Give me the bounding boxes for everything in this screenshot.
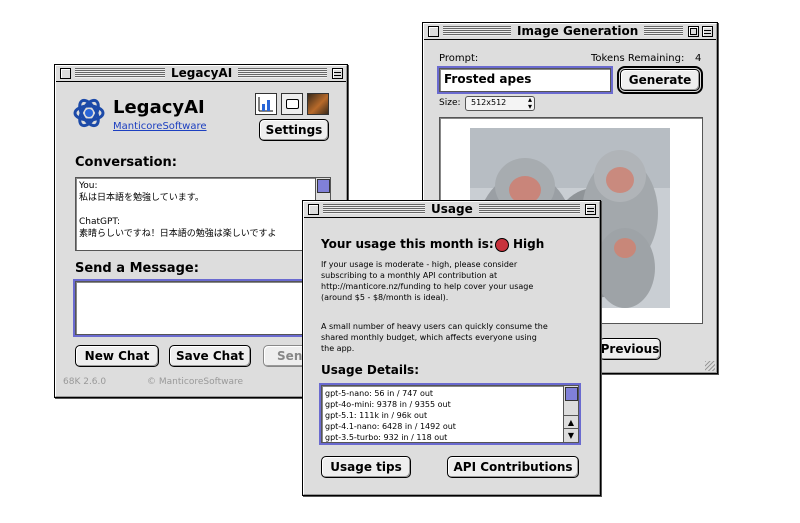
list-item: gpt-5.1: 111k in / 96k out [325,411,428,420]
version-label: 68K 2.6.0 [63,377,107,387]
paragraph-line: shared monthly budget, which affects eve… [321,333,537,342]
usage-details-list[interactable]: gpt-5-nano: 56 in / 747 out gpt-4o-mini:… [319,383,581,445]
usage-window: Usage Your usage this month is: High If … [302,200,601,496]
tokens-remaining-value: 4 [695,53,702,64]
generate-button[interactable]: Generate [617,66,703,94]
prompt-input-value: Frosted apes [444,72,532,86]
new-chat-button[interactable]: New Chat [75,345,159,367]
window-title: Image Generation [511,23,645,39]
copyright-label: © ManticoreSoftware [147,377,244,387]
scroll-thumb[interactable] [565,387,578,401]
usage-details-text: gpt-5-nano: 56 in / 747 out gpt-4o-mini:… [325,388,456,442]
updown-arrows-icon: ▴ ▾ [527,95,532,111]
save-chat-button[interactable]: Save Chat [169,345,251,367]
size-select-value: 512x512 [471,98,507,107]
close-box[interactable] [60,68,71,79]
usage-level-indicator-icon [495,238,509,252]
close-box[interactable] [308,204,319,215]
window-title: LegacyAI [165,65,239,81]
usage-headline: Your usage this month is: [321,237,494,251]
scroll-up-arrow-icon[interactable]: ▲ [564,415,578,429]
list-item: gpt-3.5-turbo: 932 in / 118 out [325,433,448,442]
scroll-down-arrow-icon[interactable]: ▼ [564,428,578,442]
conversation-view[interactable]: You: 私は日本語を勉強しています。 ChatGPT: 素晴らしいですね！日本… [75,177,331,251]
conversation-line: 私は日本語を勉強しています。 [79,193,204,203]
conversation-text: You: 私は日本語を勉強しています。 ChatGPT: 素晴らしいですね！日本… [79,180,315,240]
paragraph-line: A small number of heavy users can quickl… [321,322,548,331]
prompt-label: Prompt: [439,53,479,64]
prompt-input[interactable]: Frosted apes [437,66,613,94]
list-item: gpt-4o-mini: 9378 in / 9355 out [325,400,451,409]
paragraph-line: If your usage is moderate - high, please… [321,260,518,269]
paragraph-line: subscribing to a monthly API contributio… [321,271,498,280]
list-item: gpt-4.1-nano: 6428 in / 1492 out [325,422,456,431]
settings-button[interactable]: Settings [259,119,329,141]
previous-button[interactable]: Previous [599,338,661,360]
window-title: Usage [425,201,479,217]
company-link[interactable]: ManticoreSoftware [113,121,207,132]
size-select[interactable]: 512x512 ▴ ▾ [465,96,535,111]
scroll-thumb[interactable] [317,179,330,193]
send-message-label: Send a Message: [75,261,199,276]
paragraph-line: the app. [321,344,355,353]
usage-details-label: Usage Details: [321,363,419,377]
speech-bubble-glyph [286,99,299,109]
usage-details-scrollbar[interactable]: ▲ ▼ [563,386,578,442]
title-bar[interactable]: Usage [303,201,600,218]
collapse-box[interactable] [332,68,343,79]
title-bar[interactable]: LegacyAI [55,65,347,82]
conversation-line: You: [79,181,98,191]
zoom-box[interactable] [688,26,699,37]
image-icon[interactable] [307,93,329,115]
chart-icon[interactable] [255,93,277,115]
app-name: LegacyAI [113,97,205,118]
api-contributions-button[interactable]: API Contributions [447,456,579,478]
tokens-remaining-label: Tokens Remaining: [591,53,685,64]
paragraph-line: (around $5 - $8/month is ideal). [321,293,449,302]
title-bar[interactable]: Image Generation [423,23,717,40]
close-box[interactable] [428,26,439,37]
message-input[interactable] [73,279,333,337]
conversation-line: 素晴らしいですね！日本語の勉強は楽しいですよ [79,229,277,239]
chat-icon[interactable] [281,93,303,115]
size-label: Size: [439,98,461,108]
paragraph-line: http://manticore.nz/funding to help cove… [321,282,534,291]
conversation-line: ChatGPT: [79,217,120,227]
usage-info-paragraph: If your usage is moderate - high, please… [321,259,533,303]
bar-chart-glyph [258,97,273,112]
usage-tips-button[interactable]: Usage tips [321,456,411,478]
collapse-box[interactable] [702,26,713,37]
resize-grip-icon[interactable] [705,361,715,371]
usage-warning-paragraph: A small number of heavy users can quickl… [321,321,548,354]
collapse-box[interactable] [585,204,596,215]
list-item: gpt-5-nano: 56 in / 747 out [325,389,434,398]
conversation-line [79,204,315,216]
conversation-label: Conversation: [75,155,177,170]
app-logo-icon [73,98,105,128]
usage-level: High [513,237,545,251]
